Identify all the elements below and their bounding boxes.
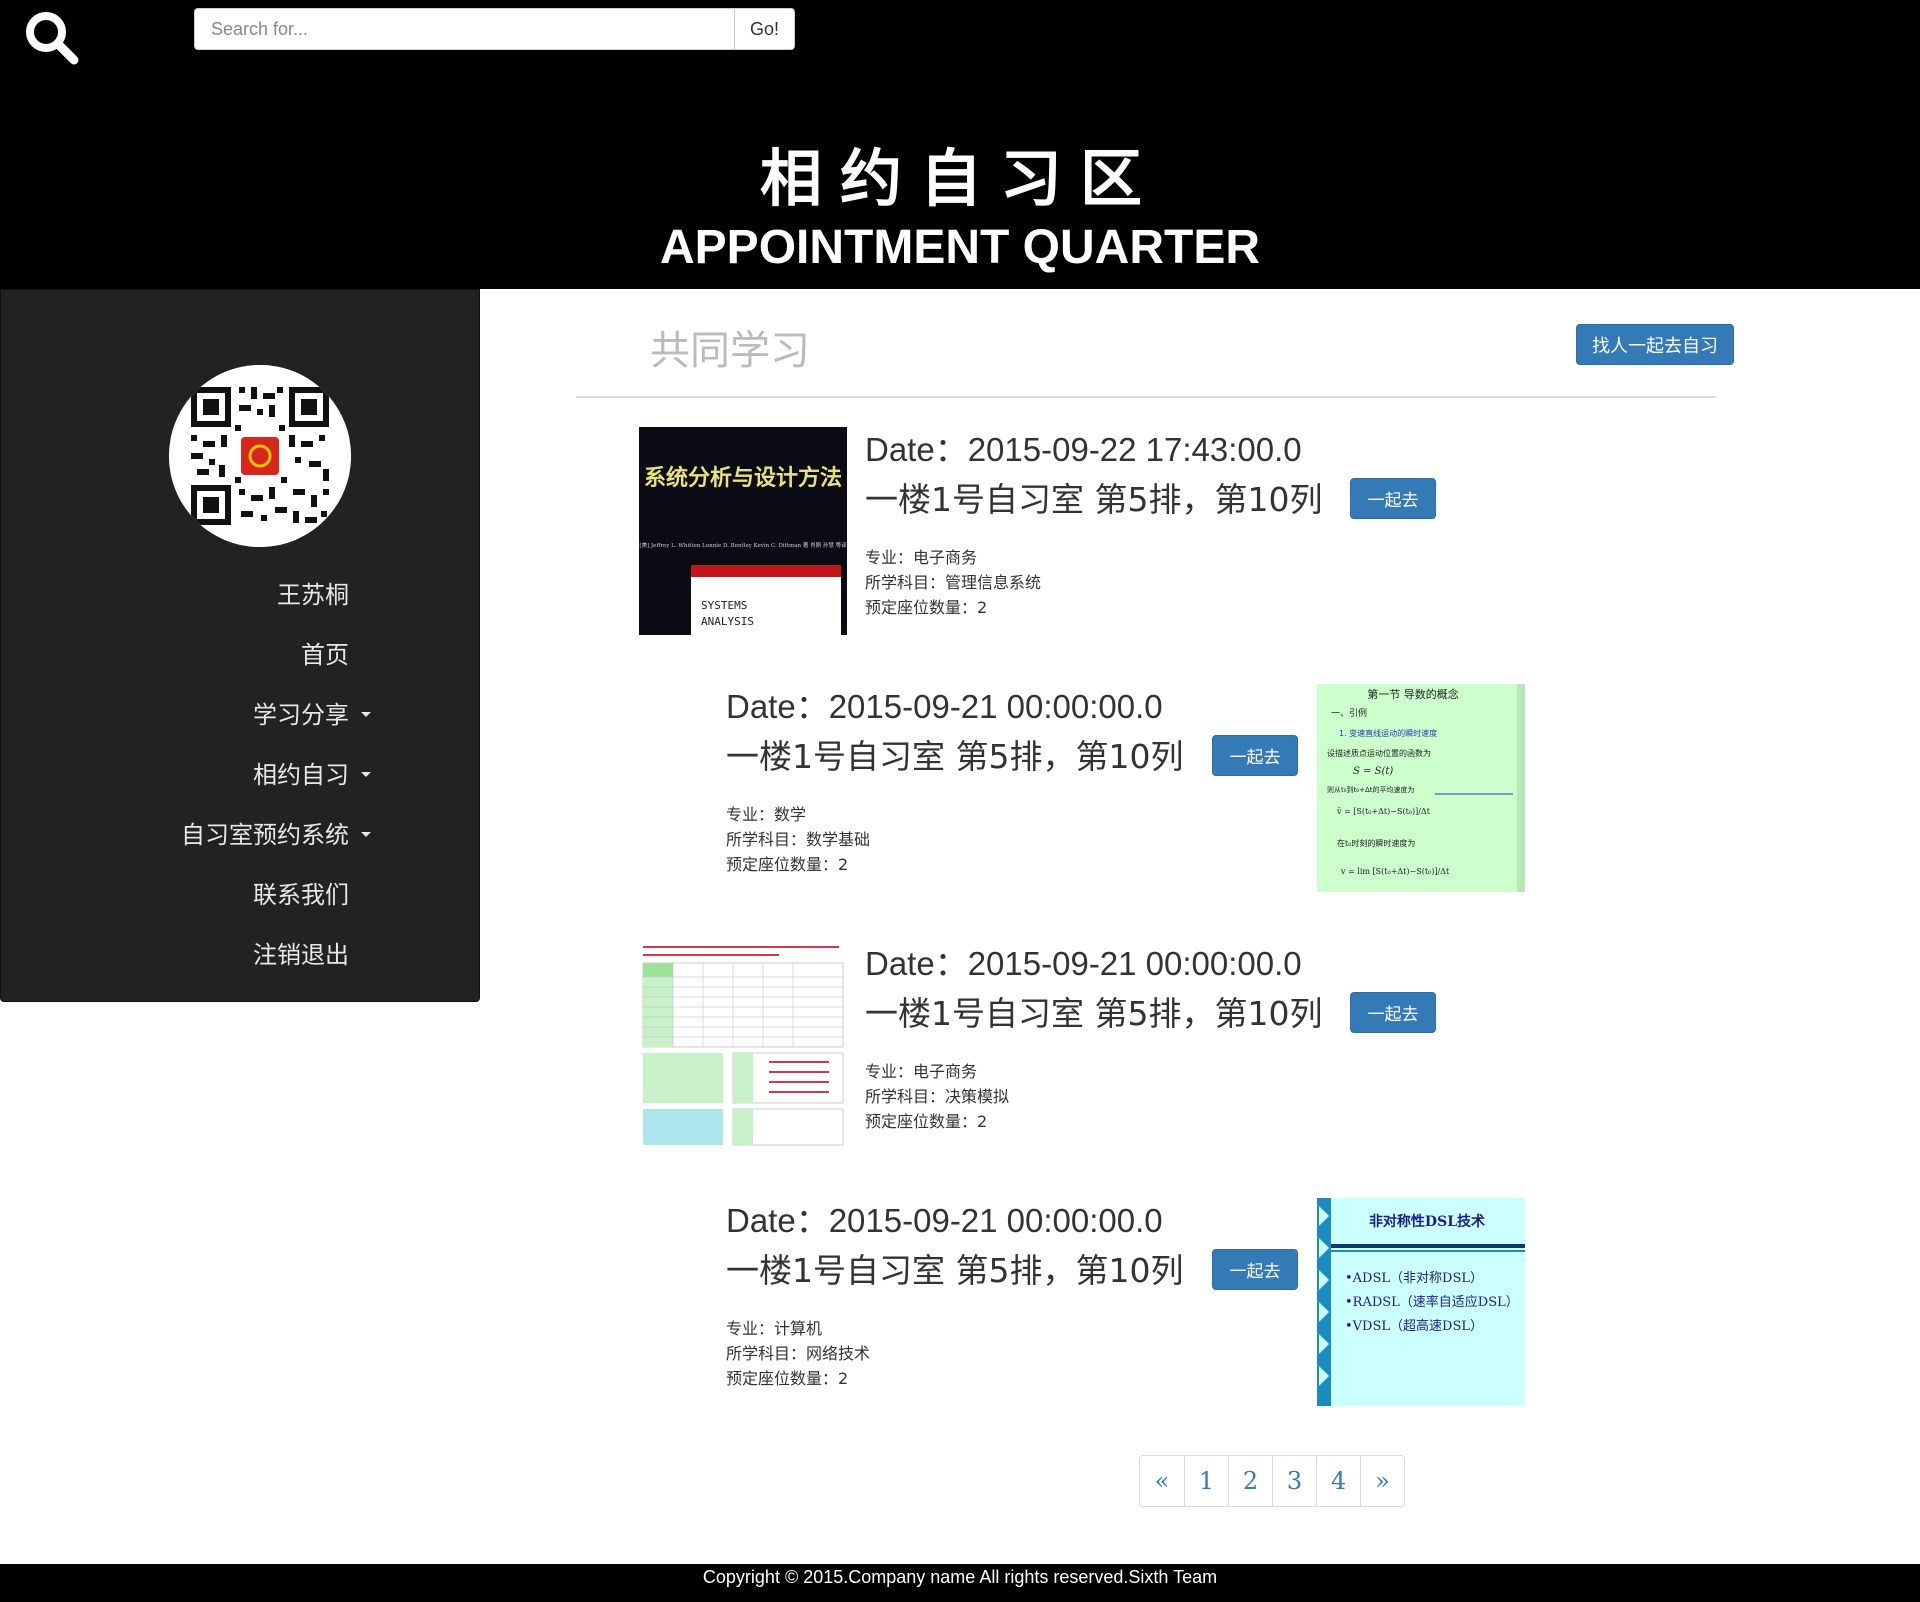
sidebar: 王苏桐 首页 学习分享 相约自习 自习室预约系统 联系我们 注销退出 [0, 289, 480, 1002]
caret-down-icon [361, 831, 371, 837]
spreadsheet-thumbnail [639, 941, 847, 1149]
card-info: Date：2015-09-21 00:00:00.0 一楼1号自习室 第5排，第… [865, 941, 1322, 1134]
book-cover-thumbnail: 系统分析与设计方法 [美] Jeffrey L. Whitten Lonnie … [639, 427, 847, 635]
pagination-page-1[interactable]: 1 [1184, 1456, 1228, 1506]
join-button[interactable]: 一起去 [1350, 478, 1436, 519]
sidebar-username[interactable]: 王苏桐 [181, 565, 349, 625]
card-subject: 所学科目：数学基础 [726, 830, 871, 849]
card-major: 专业：电子商务 [865, 1062, 978, 1081]
card-seats: 预定座位数量：2 [865, 1112, 988, 1131]
sidebar-item-study-share[interactable]: 学习分享 [181, 685, 371, 745]
sidebar-item-label: 注销退出 [253, 941, 349, 969]
card-major: 专业：电子商务 [865, 548, 978, 567]
pagination: « 1 2 3 4 » [1139, 1455, 1405, 1507]
card-subject: 所学科目：决策模拟 [865, 1087, 1010, 1106]
card-room: 一楼1号自习室 第5排，第10列 [865, 994, 1323, 1033]
join-button[interactable]: 一起去 [1212, 735, 1298, 776]
card-major: 专业：数学 [726, 805, 807, 824]
book-title-text: 系统分析与设计方法 [644, 465, 842, 491]
card-room: 一楼1号自习室 第5排，第10列 [726, 1251, 1184, 1290]
site-header: Go! 相约自习区 APPOINTMENT QUARTER [0, 0, 1920, 289]
card-seats: 预定座位数量：2 [726, 855, 849, 874]
card-date: Date：2015-09-21 00:00:00.0 [726, 1202, 1163, 1239]
search-group: Go! [194, 8, 795, 50]
card-major: 专业：计算机 [726, 1319, 823, 1338]
sidebar-item-home[interactable]: 首页 [181, 625, 349, 685]
appointment-card: Date：2015-09-21 00:00:00.0 一楼1号自习室 第5排，第… [726, 1198, 1626, 1408]
sidebar-nav: 王苏桐 首页 学习分享 相约自习 自习室预约系统 联系我们 注销退出 [181, 565, 371, 985]
copyright-text: Copyright © 2015.Company name All rights… [702, 1567, 1218, 1587]
sidebar-item-label: 联系我们 [253, 881, 349, 909]
card-room: 一楼1号自习室 第5排，第10列 [726, 737, 1184, 776]
pagination-page-3[interactable]: 3 [1272, 1456, 1316, 1506]
card-date: Date：2015-09-22 17:43:00.0 [865, 431, 1302, 468]
appointment-card: Date：2015-09-21 00:00:00.0 一楼1号自习室 第5排，第… [726, 684, 1626, 894]
svg-text:SYSTEMS: SYSTEMS [701, 599, 747, 612]
card-subject: 所学科目：管理信息系统 [865, 573, 1042, 592]
book-authors-text: [美] Jeffrey L. Whitten Lonnie D. Bentley… [639, 541, 847, 549]
svg-text:•VDSL（超高速DSL）: •VDSL（超高速DSL） [1345, 1318, 1483, 1334]
card-date: Date：2015-09-21 00:00:00.0 [865, 945, 1302, 982]
sidebar-item-label: 相约自习 [253, 761, 349, 789]
card-seats: 预定座位数量：2 [726, 1369, 849, 1388]
search-input[interactable] [194, 8, 734, 50]
pagination-next[interactable]: » [1360, 1456, 1404, 1506]
join-button[interactable]: 一起去 [1350, 992, 1436, 1033]
svg-text:一、引例: 一、引例 [1331, 707, 1367, 719]
divider [576, 396, 1716, 398]
card-room: 一楼1号自习室 第5排，第10列 [865, 480, 1323, 519]
dsl-slide-thumbnail: 非对称性DSL技术 •ADSL（非对称DSL） •RADSL（速率自适应DSL）… [1317, 1198, 1525, 1406]
sidebar-item-study-appointment[interactable]: 相约自习 [181, 745, 371, 805]
svg-text:v̄ = [S(t₀+Δt)−S(t₀)]/Δt: v̄ = [S(t₀+Δt)−S(t₀)]/Δt [1336, 807, 1431, 816]
svg-text:在t₀时刻的瞬时速度为: 在t₀时刻的瞬时速度为 [1337, 838, 1415, 848]
sidebar-item-room-booking[interactable]: 自习室预约系统 [181, 805, 371, 865]
slide-title-text: 第一节 导数的概念 [1367, 687, 1459, 701]
svg-text:•ADSL（非对称DSL）: •ADSL（非对称DSL） [1345, 1271, 1483, 1286]
section-title: 共同学习 [650, 328, 810, 374]
caret-down-icon [361, 771, 371, 777]
qr-code-avatar [169, 365, 351, 547]
card-info: Date：2015-09-22 17:43:00.0 一楼1号自习室 第5排，第… [865, 427, 1322, 620]
svg-text:ANALYSIS: ANALYSIS [701, 615, 754, 628]
sidebar-item-label: 自习室预约系统 [181, 821, 349, 849]
site-title-chinese: 相约自习区 [759, 142, 1160, 215]
search-icon[interactable] [22, 8, 82, 68]
svg-text:v = lim [S(t₀+Δt)−S(t₀)]/Δt: v = lim [S(t₀+Δt)−S(t₀)]/Δt [1340, 867, 1450, 876]
card-date: Date：2015-09-21 00:00:00.0 [726, 688, 1163, 725]
site-title-english: APPOINTMENT QUARTER [660, 221, 1260, 274]
appointment-card: Date：2015-09-21 00:00:00.0 一楼1号自习室 第5排，第… [639, 941, 1539, 1151]
card-seats: 预定座位数量：2 [865, 598, 988, 617]
slide-title-text: 非对称性DSL技术 [1369, 1213, 1485, 1230]
svg-text:1. 变速直线运动的瞬时速度: 1. 变速直线运动的瞬时速度 [1339, 728, 1437, 738]
card-info: Date：2015-09-21 00:00:00.0 一楼1号自习室 第5排，第… [726, 684, 1183, 877]
pagination-prev[interactable]: « [1140, 1456, 1184, 1506]
find-partner-button[interactable]: 找人一起去自习 [1576, 324, 1734, 365]
search-go-button[interactable]: Go! [734, 8, 795, 50]
appointment-card: 系统分析与设计方法 [美] Jeffrey L. Whitten Lonnie … [639, 427, 1539, 637]
pagination-page-4[interactable]: 4 [1316, 1456, 1360, 1506]
site-footer: Copyright © 2015.Company name All rights… [0, 1564, 1920, 1602]
sidebar-item-label: 首页 [301, 641, 349, 669]
math-slide-thumbnail: 第一节 导数的概念 一、引例 1. 变速直线运动的瞬时速度 设描述质点运动位置的… [1317, 684, 1525, 892]
svg-text:设描述质点运动位置的函数为: 设描述质点运动位置的函数为 [1327, 748, 1431, 758]
caret-down-icon [361, 711, 371, 717]
sidebar-item-logout[interactable]: 注销退出 [181, 925, 349, 985]
card-subject: 所学科目：网络技术 [726, 1344, 871, 1363]
join-button[interactable]: 一起去 [1212, 1249, 1298, 1290]
card-info: Date：2015-09-21 00:00:00.0 一楼1号自习室 第5排，第… [726, 1198, 1183, 1391]
svg-text:S = S(t): S = S(t) [1353, 766, 1393, 777]
svg-text:则从t₀到t₀+Δt的平均速度为: 则从t₀到t₀+Δt的平均速度为 [1327, 785, 1415, 794]
svg-text:•RADSL（速率自适应DSL）: •RADSL（速率自适应DSL） [1345, 1294, 1519, 1310]
sidebar-item-contact[interactable]: 联系我们 [181, 865, 349, 925]
pagination-page-2[interactable]: 2 [1228, 1456, 1272, 1506]
sidebar-item-label: 学习分享 [253, 701, 349, 729]
